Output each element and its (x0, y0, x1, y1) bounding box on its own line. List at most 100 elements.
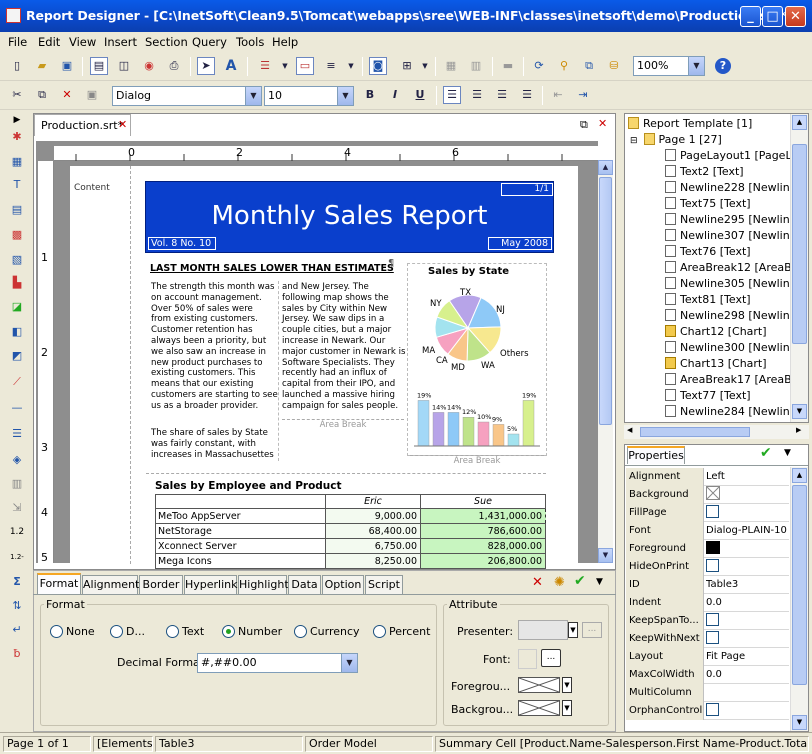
tree-item[interactable]: Chart13 [Chart] (665, 356, 767, 371)
tree-item[interactable]: Text81 [Text] (665, 292, 751, 307)
chart-frame[interactable]: Sales by State TX NJ NY Others MA WA MD CA 19% 1… (407, 263, 547, 456)
radio-percent[interactable] (373, 625, 386, 638)
property-row[interactable]: KeepSpanTo... (626, 612, 789, 630)
scroll-right-icon[interactable]: ▶ (796, 426, 801, 434)
chevron-down-icon[interactable]: ▼ (784, 448, 791, 458)
tree-item[interactable]: Newline228 [Newline: (665, 180, 800, 195)
scroll-thumb[interactable] (599, 177, 612, 425)
tree-item[interactable]: AreaBreak17 [AreaBre (665, 372, 803, 387)
tree-item[interactable]: Text75 [Text] (665, 196, 751, 211)
restore-pane-icon[interactable]: ⧉ (580, 118, 588, 132)
table-header-cell[interactable]: Sue (420, 494, 546, 509)
scroll-thumb[interactable] (792, 485, 807, 685)
zoom-select[interactable]: 100% ▼ (633, 56, 705, 76)
help-icon[interactable]: ? (715, 58, 731, 74)
scroll-up-icon[interactable]: ▲ (598, 160, 613, 175)
insert-painter-icon[interactable]: ◧ (9, 324, 25, 340)
apply-check-icon[interactable]: ✔ (760, 445, 772, 461)
script-icon[interactable]: ƀ (9, 646, 25, 662)
table-cell[interactable]: 206,800.00 (420, 553, 546, 569)
binding-icon[interactable]: ⧉ (580, 57, 598, 75)
sales-table[interactable]: Eric Sue MeToo AppServer 9,000.00 1,431,00… (155, 494, 546, 569)
tree-page[interactable]: ⊟ Page 1 [27] (630, 132, 722, 147)
menu-edit[interactable]: Edit (38, 35, 60, 49)
menu-help[interactable]: Help (272, 35, 298, 49)
save-icon[interactable]: ▣ (58, 57, 76, 75)
tree-item[interactable]: Newline298 [Newline: (665, 308, 800, 323)
menu-query[interactable]: Query (192, 35, 227, 49)
tree-scrollbar[interactable]: ▲ ▼ (790, 114, 808, 422)
table-cell[interactable]: 828,000.00 (420, 538, 546, 554)
menu-insert[interactable]: Insert (104, 35, 137, 49)
scroll-up-icon[interactable]: ▲ (792, 115, 807, 130)
query-icon[interactable]: ⚲ (555, 57, 573, 75)
scroll-down-icon[interactable]: ▼ (792, 715, 807, 730)
article-column-1[interactable]: The strength this month was on account ma… (151, 282, 278, 412)
align-center-icon[interactable]: ☰ (468, 86, 486, 104)
scroll-down-icon[interactable]: ▼ (792, 404, 807, 419)
insert-link-icon[interactable]: ⟋ (9, 374, 25, 390)
scroll-thumb[interactable] (640, 427, 750, 437)
newline-icon[interactable]: ↵ (9, 622, 25, 638)
bold-icon[interactable]: B (361, 86, 379, 104)
close-pane-icon[interactable]: ✕ (598, 117, 607, 130)
tab-hyperlink[interactable]: Hyperlink (184, 575, 238, 595)
property-row[interactable]: MaxColWidth 0.0 (626, 666, 789, 684)
scroll-down-icon[interactable]: ▼ (598, 548, 613, 563)
align-right-icon[interactable]: ☰ (493, 86, 511, 104)
property-row[interactable]: Layout Fit Page (626, 648, 789, 666)
presenter-dropdown-icon[interactable]: ▼ (568, 622, 578, 638)
radio-date[interactable] (110, 625, 123, 638)
checkbox[interactable] (706, 703, 719, 716)
table-cell-selected[interactable]: 1,431,000.00 (420, 508, 546, 524)
scroll-up-icon[interactable]: ▲ (792, 468, 807, 483)
presenter-field[interactable] (518, 620, 568, 640)
minimize-button[interactable]: _ (740, 6, 761, 27)
delete-icon[interactable]: ✕ (58, 86, 76, 104)
tab-option[interactable]: Option (322, 575, 364, 595)
new-icon[interactable]: ▯ (8, 57, 26, 75)
insert-textbox-icon[interactable]: T (9, 177, 25, 193)
property-row[interactable]: Font Dialog-PLAIN-10 (626, 522, 789, 540)
property-row[interactable]: FillPage (626, 504, 789, 522)
property-row[interactable]: Background (626, 486, 789, 504)
chevron-down-icon[interactable]: ▼ (596, 577, 603, 587)
menu-file[interactable]: File (8, 35, 27, 49)
refresh-icon[interactable]: ⟳ (530, 57, 548, 75)
tree-item[interactable]: Newline295 [Newline: (665, 212, 800, 227)
title-banner[interactable]: 1/1 Monthly Sales Report Vol. 8 No. 10 M… (145, 181, 554, 253)
database-icon[interactable]: ⛁ (605, 57, 623, 75)
tree-item[interactable]: Newline284 [Newline: (665, 404, 800, 419)
insert-tab-icon[interactable]: ⇲ (9, 500, 25, 516)
cut-icon[interactable]: ✂ (8, 86, 26, 104)
tree-item[interactable]: Chart12 [Chart] (665, 324, 767, 339)
grid-icon[interactable]: ▦ (442, 57, 460, 75)
menu-section[interactable]: Section (145, 35, 188, 49)
select-pointer-icon[interactable]: ➤ (197, 57, 215, 75)
radio-text[interactable] (166, 625, 179, 638)
paste-icon[interactable]: ▣ (83, 86, 101, 104)
font-size-select[interactable]: 10 ▼ (264, 86, 354, 106)
foreground-color-swatch[interactable] (518, 677, 560, 693)
sort-icon[interactable]: ⇅ (9, 598, 25, 614)
tab-format[interactable]: Format (37, 573, 81, 594)
tree-hscrollbar[interactable]: ◀ ▶ (624, 425, 809, 439)
line-dropdown-icon[interactable]: ▼ (342, 57, 360, 75)
table-cell[interactable]: Mega Icons (155, 553, 326, 569)
border-style-icon[interactable]: ☰ (256, 57, 274, 75)
table-header-cell[interactable] (155, 494, 326, 509)
maximize-button[interactable]: □ (762, 6, 783, 27)
property-row[interactable]: ID Table3 (626, 576, 789, 594)
tree-item[interactable]: Text76 [Text] (665, 244, 751, 259)
article-column-2[interactable]: and New Jersey. The following map shows t… (282, 282, 407, 412)
checkbox[interactable] (706, 631, 719, 644)
table-heading[interactable]: Sales by Employee and Product (155, 480, 342, 492)
open-icon[interactable]: ▰ (33, 57, 51, 75)
indent-icon[interactable]: ⇥ (574, 86, 592, 104)
props-scrollbar[interactable]: ▲ ▼ (790, 467, 808, 731)
tree-item[interactable]: Text77 [Text] (665, 388, 751, 403)
table-cell[interactable]: 8,250.00 (325, 553, 421, 569)
table-cell[interactable]: NetStorage (155, 523, 326, 539)
insert-form-icon[interactable]: ▧ (9, 252, 25, 268)
insert-image-icon[interactable]: ◙ (369, 57, 387, 75)
